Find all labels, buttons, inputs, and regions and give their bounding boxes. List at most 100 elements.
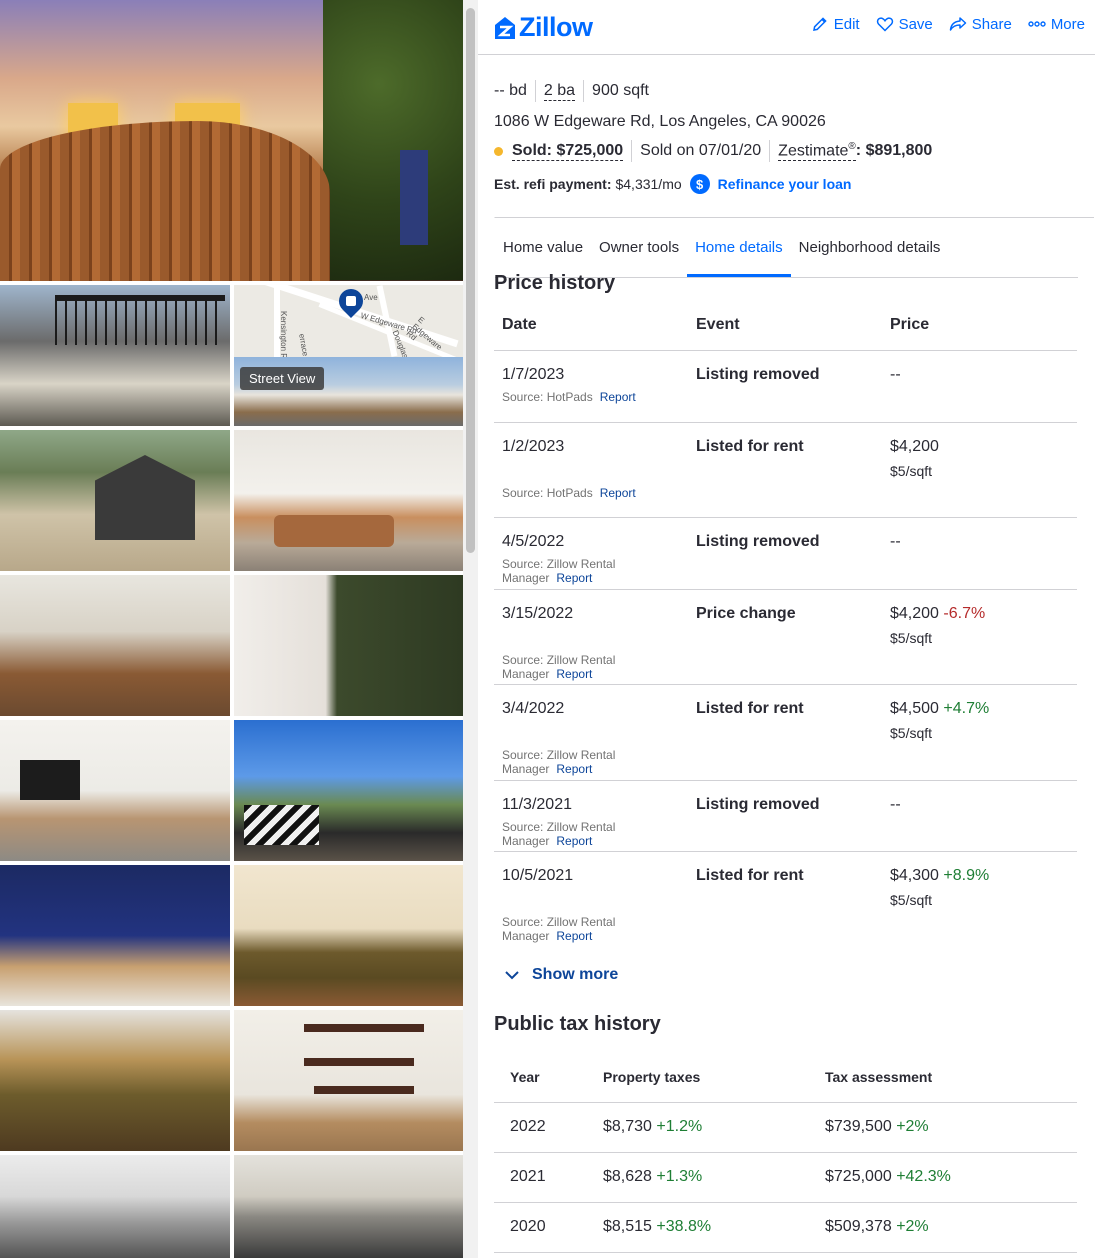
tab-home-details[interactable]: Home details (687, 218, 791, 277)
baths-count[interactable]: 2 ba (543, 82, 576, 101)
taxes-change: +1.2% (656, 1118, 703, 1135)
assessment-change: +2% (896, 1218, 929, 1235)
report-link[interactable]: Report (556, 762, 592, 776)
history-event: Listed for rent (696, 866, 804, 884)
gallery-photo-bedroom[interactable] (234, 865, 463, 1006)
divider (631, 140, 633, 162)
edit-button[interactable]: Edit (811, 15, 860, 33)
report-link[interactable]: Report (556, 929, 592, 943)
table-row: 1/7/2023 Source: HotPads Report Listing r… (494, 350, 1077, 423)
history-date: 3/15/2022 (502, 604, 574, 622)
gallery-photo-tv-room[interactable] (0, 720, 230, 861)
tax-assessment: $509,378 (825, 1218, 892, 1235)
history-date: 1/2/2023 (502, 437, 565, 455)
gallery-photo-dining[interactable] (0, 575, 230, 716)
sqft-value: 900 sqft (592, 82, 649, 99)
price-per-sqft: $5/sqft (890, 891, 933, 908)
price-change-positive: +4.7% (943, 699, 990, 717)
map-road-label: Ave (364, 293, 378, 302)
zillow-logo[interactable]: Zillow (494, 12, 593, 43)
refinance-link[interactable]: Refinance your loan (718, 176, 852, 192)
map-road-label: Kensington Rd (279, 311, 288, 357)
gallery-photo-bathroom[interactable] (234, 575, 463, 716)
more-button[interactable]: More (1028, 15, 1085, 33)
tab-owner-tools[interactable]: Owner tools (591, 218, 687, 277)
gallery-photo-living[interactable] (234, 430, 463, 571)
column-header-price: Price (882, 300, 1077, 351)
tax-assessment: $725,000 (825, 1168, 892, 1185)
table-row: 2022 $8,730 +1.2% $739,500 +2% (494, 1102, 1077, 1153)
sold-price[interactable]: Sold: $725,000 (512, 142, 624, 161)
history-date: 3/4/2022 (502, 699, 565, 717)
history-price: -- (882, 780, 1077, 852)
map-road-label: E Edgeware Rd (404, 315, 444, 352)
taxes-change: +1.3% (656, 1168, 703, 1185)
scrollbar-thumb[interactable] (466, 8, 475, 553)
history-date: 4/5/2022 (502, 532, 565, 550)
listing-page: W Edgeware Rd E Edgeware Rd Douglas St K… (0, 0, 1095, 1258)
save-button[interactable]: Save (876, 15, 933, 33)
pencil-icon (812, 17, 827, 31)
street-view-label[interactable]: Street View (240, 367, 325, 390)
history-price: -- (882, 517, 1077, 590)
gallery-photo-kitchen-2[interactable] (234, 1155, 463, 1258)
sold-date: Sold on 07/01/20 (640, 142, 762, 159)
report-link[interactable]: Report (556, 667, 592, 681)
gallery-photo-yard[interactable] (0, 430, 230, 571)
history-price: -- (882, 350, 1077, 423)
column-header-property-taxes: Property taxes (603, 1052, 825, 1103)
assessment-change: +2% (896, 1118, 929, 1135)
history-date: 10/5/2021 (502, 866, 574, 884)
tax-year: 2020 (494, 1202, 603, 1253)
history-price: $4,200 (890, 437, 939, 455)
assessment-change: +42.3% (896, 1168, 951, 1185)
more-dots-icon (1028, 21, 1046, 27)
home-summary: -- bd 2 ba 900 sqft 1086 W Edgeware Rd, … (494, 80, 1084, 194)
price-per-sqft: $5/sqft (890, 724, 933, 741)
tax-year: 2021 (494, 1152, 603, 1203)
table-row: 3/4/2022 Source: Zillow Rental Manager Re… (494, 684, 1077, 781)
tab-neighborhood-details[interactable]: Neighborhood details (791, 218, 949, 277)
table-row: 3/15/2022 Source: Zillow Rental Manager R… (494, 589, 1077, 685)
gallery-photo-navy-bath[interactable] (0, 865, 230, 1006)
gallery-photo-balcony[interactable] (234, 720, 463, 861)
history-price: $4,500 (890, 699, 939, 717)
gallery-photo-kitchen[interactable] (0, 1155, 230, 1258)
report-link[interactable]: Report (556, 571, 592, 585)
history-source: Source: HotPads Report (502, 389, 636, 404)
report-link[interactable]: Report (556, 834, 592, 848)
history-event: Listed for rent (688, 422, 882, 518)
share-button[interactable]: Share (949, 15, 1012, 33)
property-taxes: $8,515 (603, 1218, 652, 1235)
hero-photo[interactable] (0, 0, 463, 281)
detail-tabs: Home value Owner tools Home details Neig… (494, 217, 1094, 278)
table-row: 10/5/2021 Source: Zillow Rental Manager R… (494, 851, 1077, 943)
report-link[interactable]: Report (600, 390, 636, 404)
history-source: Source: Zillow Rental Manager Report (502, 652, 616, 681)
zestimate-label[interactable]: Zestimate® (778, 141, 856, 162)
show-more-button[interactable]: Show more (504, 966, 618, 984)
report-link[interactable]: Report (600, 486, 636, 500)
history-source: Source: Zillow Rental Manager Report (502, 819, 616, 848)
table-header-row: Year Property taxes Tax assessment (494, 1052, 1077, 1103)
gallery-scrollbar[interactable] (463, 0, 478, 1258)
gallery-photo-deck[interactable] (0, 285, 230, 426)
history-source: Source: Zillow Rental Manager Report (502, 747, 616, 776)
price-history-title: Price history (494, 272, 616, 294)
history-source: Source: Zillow Rental Manager Report (502, 914, 616, 943)
price-history-table: Date Event Price 1/7/2023 Source: HotPad… (494, 300, 1077, 943)
map-road-label: errace (297, 333, 310, 357)
divider (534, 80, 536, 102)
history-event: Listing removed (688, 350, 882, 423)
price-per-sqft: $5/sqft (890, 462, 933, 479)
logo-text: Zillow (519, 12, 593, 42)
history-event: Listing removed (688, 517, 882, 590)
beds-count: -- bd (494, 82, 527, 99)
history-event: Listing removed (688, 780, 882, 852)
column-header-year: Year (494, 1052, 603, 1103)
gallery-photo-shelves[interactable] (234, 1010, 463, 1151)
table-row: 2021 $8,628 +1.3% $725,000 +42.3% (494, 1152, 1077, 1203)
tab-home-value[interactable]: Home value (495, 218, 591, 277)
zillow-logo-icon (495, 16, 515, 39)
gallery-photo-bedroom-2[interactable] (0, 1010, 230, 1151)
